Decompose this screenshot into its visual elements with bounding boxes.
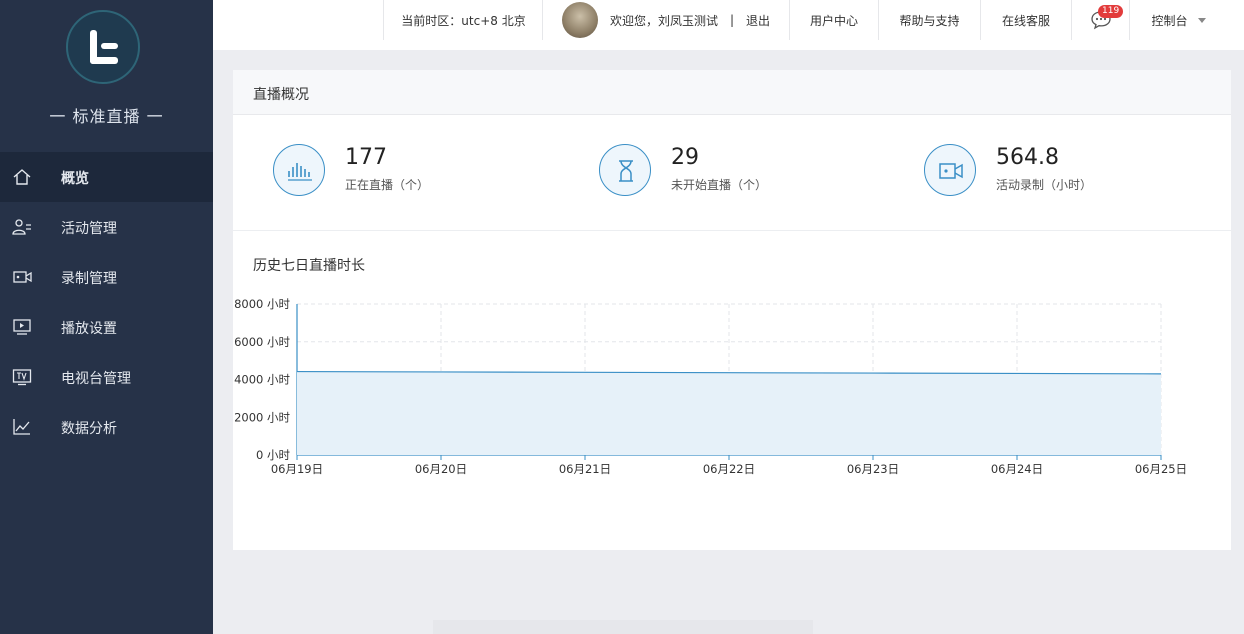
x-tick-label: 06月19日 <box>271 462 323 476</box>
bar-signal-icon <box>288 163 312 181</box>
console-dropdown[interactable]: 控制台 <box>1129 0 1227 40</box>
sidebar-item-label: 电视台管理 <box>61 371 131 387</box>
sidebar-item-analytics[interactable]: 数据分析 <box>0 402 213 452</box>
sidebar-item-label: 录制管理 <box>61 271 117 287</box>
sidebar: 一 标准直播 一 概览 活动管理 录制管理 播放设置 电视台管理 数据分析 <box>0 0 213 634</box>
separator: | <box>729 13 735 27</box>
x-tick-label: 06月25日 <box>1135 462 1187 476</box>
y-tick-label: 6000 小时 <box>234 335 290 349</box>
panel-title: 直播概况 <box>253 87 309 103</box>
duration-area-chart: 0 小时2000 小时4000 小时6000 小时8000 小时 06月19日 0… <box>234 297 1187 476</box>
stat-icon-circle <box>924 144 976 196</box>
hourglass-icon <box>619 160 633 182</box>
sidebar-item-label: 活动管理 <box>61 221 117 237</box>
stat-value: 564.8 <box>996 145 1059 170</box>
x-tick-label: 06月20日 <box>415 462 467 476</box>
sidebar-item-overview[interactable]: 概览 <box>0 152 213 202</box>
message-count-badge: 119 <box>1098 5 1124 18</box>
stats-row: 177 正在直播（个） 29 未开始直播（个） 564.8 活动录制（小时） <box>233 115 1231 231</box>
sidebar-item-label: 概览 <box>61 171 89 187</box>
online-service-link[interactable]: 在线客服 <box>980 0 1071 40</box>
chart-title: 历史七日直播时长 <box>253 258 365 274</box>
top-bar: 当前时区：utc+8 北京 欢迎您，刘凤玉测试 | 退出 用户中心 帮助与支持 … <box>213 0 1244 50</box>
tv-icon <box>12 369 32 386</box>
x-axis-ticks: 06月19日 06月20日 06月21日 06月22日 06月23日 06月24日 06月2… <box>271 462 1187 476</box>
sidebar-item-activity[interactable]: 活动管理 <box>0 202 213 252</box>
timezone-display[interactable]: 当前时区：utc+8 北京 <box>383 0 543 40</box>
video-camera-icon <box>13 271 32 283</box>
stat-value: 177 <box>345 145 387 170</box>
y-tick-label: 0 小时 <box>256 448 290 462</box>
brand-title: 一 标准直播 一 <box>49 107 164 126</box>
sidebar-item-playback[interactable]: 播放设置 <box>0 302 213 352</box>
video-camera-icon <box>939 163 963 179</box>
x-tick-label: 06月22日 <box>703 462 755 476</box>
user-center-label: 用户中心 <box>809 13 858 28</box>
stat-label: 未开始直播（个） <box>671 178 768 192</box>
stat-label: 活动录制（小时） <box>996 178 1093 192</box>
online-service-label: 在线客服 <box>1001 13 1050 28</box>
stat-icon-circle <box>273 144 325 196</box>
sidebar-item-label: 播放设置 <box>61 321 117 337</box>
stat-value: 29 <box>671 145 699 170</box>
home-icon <box>13 169 31 185</box>
x-tick-label: 06月24日 <box>991 462 1043 476</box>
overview-panel: 直播概况 177 正在直播（个） 29 未开始直播（个） 564.8 活动录制（… <box>233 70 1231 550</box>
y-tick-label: 4000 小时 <box>234 373 290 387</box>
sidebar-item-label: 数据分析 <box>61 421 117 437</box>
series-area <box>297 371 1161 455</box>
y-tick-label: 2000 小时 <box>234 410 290 424</box>
chevron-down-icon <box>1197 17 1206 23</box>
sidebar-item-tv[interactable]: 电视台管理 <box>0 352 213 402</box>
x-tick-label: 06月23日 <box>847 462 899 476</box>
y-tick-label: 8000 小时 <box>234 297 290 311</box>
console-label: 控制台 <box>1151 13 1188 28</box>
logo[interactable] <box>66 10 140 84</box>
timezone-label: 当前时区：utc+8 北京 <box>401 13 526 28</box>
panel-header: 直播概况 <box>233 70 1231 115</box>
users-icon <box>12 219 31 235</box>
y-axis-ticks: 0 小时 2000 小时 4000 小时 6000 小时 8000 小时 <box>234 297 290 462</box>
x-tick-label: 06月21日 <box>559 462 611 476</box>
stat-icon-circle <box>599 144 651 196</box>
stat-label: 正在直播（个） <box>345 178 430 192</box>
user-welcome: 欢迎您，刘凤玉测试 | 退出 <box>542 0 789 40</box>
user-center-link[interactable]: 用户中心 <box>789 0 878 40</box>
welcome-text: 欢迎您，刘凤玉测试 <box>609 13 718 28</box>
sidebar-item-recording[interactable]: 录制管理 <box>0 252 213 302</box>
line-chart-icon <box>13 419 30 435</box>
logout-link[interactable]: 退出 <box>746 12 770 29</box>
page-footer-strip <box>433 620 813 634</box>
help-label: 帮助与支持 <box>899 13 960 28</box>
letv-logo-icon <box>90 30 118 64</box>
play-screen-icon <box>13 319 31 335</box>
help-link[interactable]: 帮助与支持 <box>878 0 980 40</box>
avatar[interactable] <box>561 2 598 38</box>
sidebar-nav: 概览 活动管理 录制管理 播放设置 电视台管理 数据分析 <box>0 152 213 452</box>
